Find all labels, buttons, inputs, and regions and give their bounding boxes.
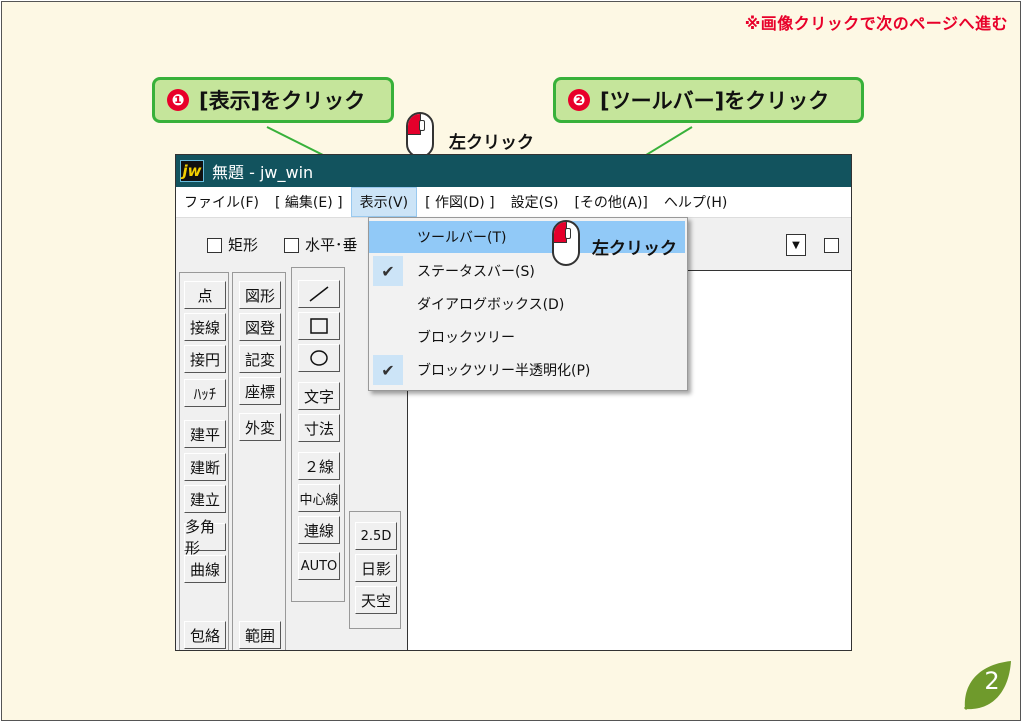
tool-tangent-line[interactable]: 接線 xyxy=(184,313,226,341)
left-click-label-1: 左クリック xyxy=(449,133,534,153)
hv-checkbox[interactable] xyxy=(284,238,299,253)
tool-line[interactable] xyxy=(298,280,340,308)
tool-section[interactable]: 建断 xyxy=(184,453,226,481)
rectangle-label: 矩形 xyxy=(228,236,259,254)
rectangle-checkbox[interactable] xyxy=(207,238,222,253)
chevron-down-icon[interactable]: ▼ xyxy=(786,234,806,256)
menu-item-block-tree[interactable]: ブロックツリー xyxy=(369,321,685,353)
step-number-2: ❷ xyxy=(568,89,590,111)
tool-dimension[interactable]: 寸法 xyxy=(298,414,340,442)
tool-sky[interactable]: 天空 xyxy=(355,586,397,614)
step-number-1: ❶ xyxy=(167,89,189,111)
page-number: 2 xyxy=(984,667,1000,695)
tool-center-line[interactable]: 中心線 xyxy=(298,484,340,512)
tool-shape-register[interactable]: 図登 xyxy=(239,313,281,341)
tool-tangent-circle[interactable]: 接円 xyxy=(184,345,226,373)
menu-file[interactable]: ファイル(F) xyxy=(176,187,267,217)
tool-point[interactable]: 点 xyxy=(184,281,226,309)
mouse-icon xyxy=(406,112,434,158)
tool-auto[interactable]: AUTO xyxy=(298,552,340,580)
tool-rectangle[interactable] xyxy=(298,312,340,340)
callout-step-2: ❷ [ツールバー]をクリック xyxy=(553,77,864,123)
page-number-leaf-icon: 2 xyxy=(957,657,1015,719)
left-click-label-2: 左クリック xyxy=(592,239,677,259)
tool-continuous-line[interactable]: 連線 xyxy=(298,516,340,544)
line-icon xyxy=(309,286,329,302)
menu-help[interactable]: ヘルプ(H) xyxy=(656,187,735,217)
extra-checkbox[interactable] xyxy=(824,238,839,253)
menu-item-dialog-box[interactable]: ダイアログボックス(D) xyxy=(369,288,685,320)
menu-other[interactable]: [その他(A)] xyxy=(566,187,655,217)
menu-item-block-tree-translucent[interactable]: ✔ ブロックツリー半透明化(P) xyxy=(369,354,685,386)
tool-hatch[interactable]: ﾊｯﾁ xyxy=(184,379,226,407)
tool-curve[interactable]: 曲線 xyxy=(184,555,226,583)
tool-plan[interactable]: 建平 xyxy=(184,420,226,448)
tool-2-5d[interactable]: 2.5D xyxy=(355,522,397,550)
tool-envelope[interactable]: 包絡 xyxy=(184,621,226,649)
callout-step-1: ❶ [表示]をクリック xyxy=(152,77,394,123)
mouse-icon xyxy=(552,220,580,266)
tool-column-4: 2.5D 日影 天空 xyxy=(349,511,401,629)
tool-column-2: 図形 図登 記変 座標 外変 範囲 xyxy=(232,272,286,650)
slide[interactable]: ※画像クリックで次のページへ進む ❶ [表示]をクリック ❷ [ツールバー]をク… xyxy=(1,1,1021,721)
tool-external-transform[interactable]: 外変 xyxy=(239,413,281,441)
tool-column-3: 文字 寸法 ２線 中心線 連線 AUTO xyxy=(291,267,345,602)
checkmark-icon: ✔ xyxy=(373,256,403,286)
menu-item-statusbar[interactable]: ✔ ステータスバー(S) xyxy=(369,255,685,287)
tool-shape[interactable]: 図形 xyxy=(239,281,281,309)
circle-icon xyxy=(310,350,328,366)
tool-column-1: 点 接線 接円 ﾊｯﾁ 建平 建断 建立 多角形 曲線 包絡 xyxy=(179,272,229,650)
checkmark-icon: ✔ xyxy=(373,355,403,385)
rectangle-icon xyxy=(310,318,328,334)
tool-text[interactable]: 文字 xyxy=(298,382,340,410)
tool-double-line[interactable]: ２線 xyxy=(298,452,340,480)
menu-view[interactable]: 表示(V) xyxy=(350,187,418,217)
callout-text-2: [ツールバー]をクリック xyxy=(600,89,830,113)
menu-edit[interactable]: [ 編集(E) ] xyxy=(267,187,351,217)
tool-circle[interactable] xyxy=(298,344,340,372)
tool-elevation[interactable]: 建立 xyxy=(184,485,226,513)
tool-shadow[interactable]: 日影 xyxy=(355,554,397,582)
callout-text-1: [表示]をクリック xyxy=(199,89,366,113)
menu-settings[interactable]: 設定(S) xyxy=(503,187,567,217)
window-title: 無題 - jw_win xyxy=(212,163,314,182)
menu-draw[interactable]: [ 作図(D) ] xyxy=(417,187,503,217)
tool-polygon[interactable]: 多角形 xyxy=(184,518,226,557)
menu-bar: ファイル(F) [ 編集(E) ] 表示(V) [ 作図(D) ] 設定(S) … xyxy=(176,187,851,218)
hv-label: 水平･垂 xyxy=(305,236,358,254)
tool-coordinates[interactable]: 座標 xyxy=(239,377,281,405)
title-bar[interactable]: jw 無題 - jw_win xyxy=(176,155,851,187)
tool-symbol-transform[interactable]: 記変 xyxy=(239,345,281,373)
jw-app-icon: jw xyxy=(180,160,204,182)
tool-range[interactable]: 範囲 xyxy=(239,621,281,649)
